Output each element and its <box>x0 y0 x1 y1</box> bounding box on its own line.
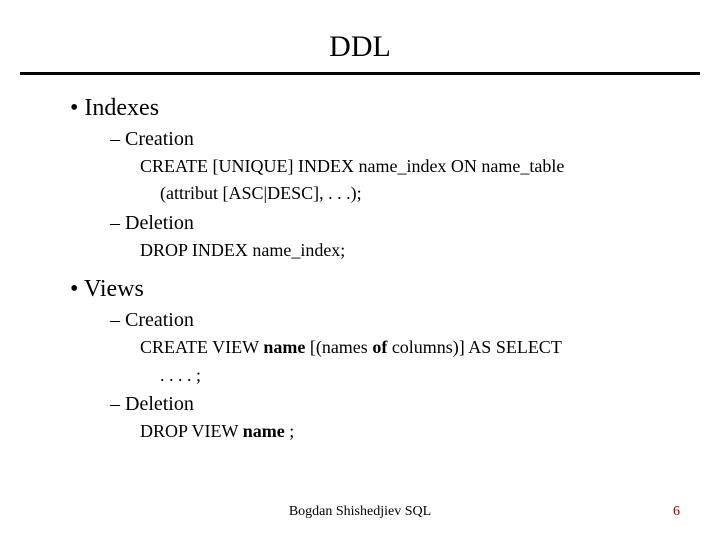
code-text: DROP VIEW <box>140 421 243 441</box>
subitem-deletion-indexes: – Deletion <box>110 212 670 235</box>
code-text: columns)] AS SELECT <box>392 337 562 357</box>
subitem-deletion-views: – Deletion <box>110 393 670 416</box>
code-text: [(names <box>305 337 372 357</box>
code-line: DROP INDEX name_index; <box>140 239 670 262</box>
section-heading-text: Views <box>84 276 144 302</box>
subitem-creation-views: – Creation <box>110 309 670 332</box>
page-number: 6 <box>673 504 680 520</box>
code-bold: name <box>243 421 285 441</box>
code-text: ; <box>285 421 295 441</box>
footer-author: Bogdan Shishedjiev SQL <box>0 504 720 520</box>
code-bold: of <box>372 337 392 357</box>
slide-title: DDL <box>50 30 670 64</box>
section-heading-text: Indexes <box>84 95 159 121</box>
subitem-creation-indexes: – Creation <box>110 128 670 151</box>
subitem-label: Creation <box>125 309 194 331</box>
code-line: DROP VIEW name ; <box>140 420 670 443</box>
code-line: CREATE [UNIQUE] INDEX name_index ON name… <box>140 155 670 178</box>
code-line: (attribut [ASC|DESC], . . .); <box>160 182 670 205</box>
subitem-label: Creation <box>125 128 194 150</box>
code-line: . . . . ; <box>160 364 670 387</box>
code-line: CREATE VIEW name [(names of columns)] AS… <box>140 336 670 359</box>
code-text: CREATE VIEW <box>140 337 263 357</box>
code-bold: name <box>263 337 305 357</box>
subitem-label: Deletion <box>125 212 194 234</box>
section-heading-indexes: • Indexes <box>70 95 670 122</box>
subitem-label: Deletion <box>125 393 194 415</box>
section-heading-views: • Views <box>70 276 670 303</box>
horizontal-rule <box>20 72 700 75</box>
